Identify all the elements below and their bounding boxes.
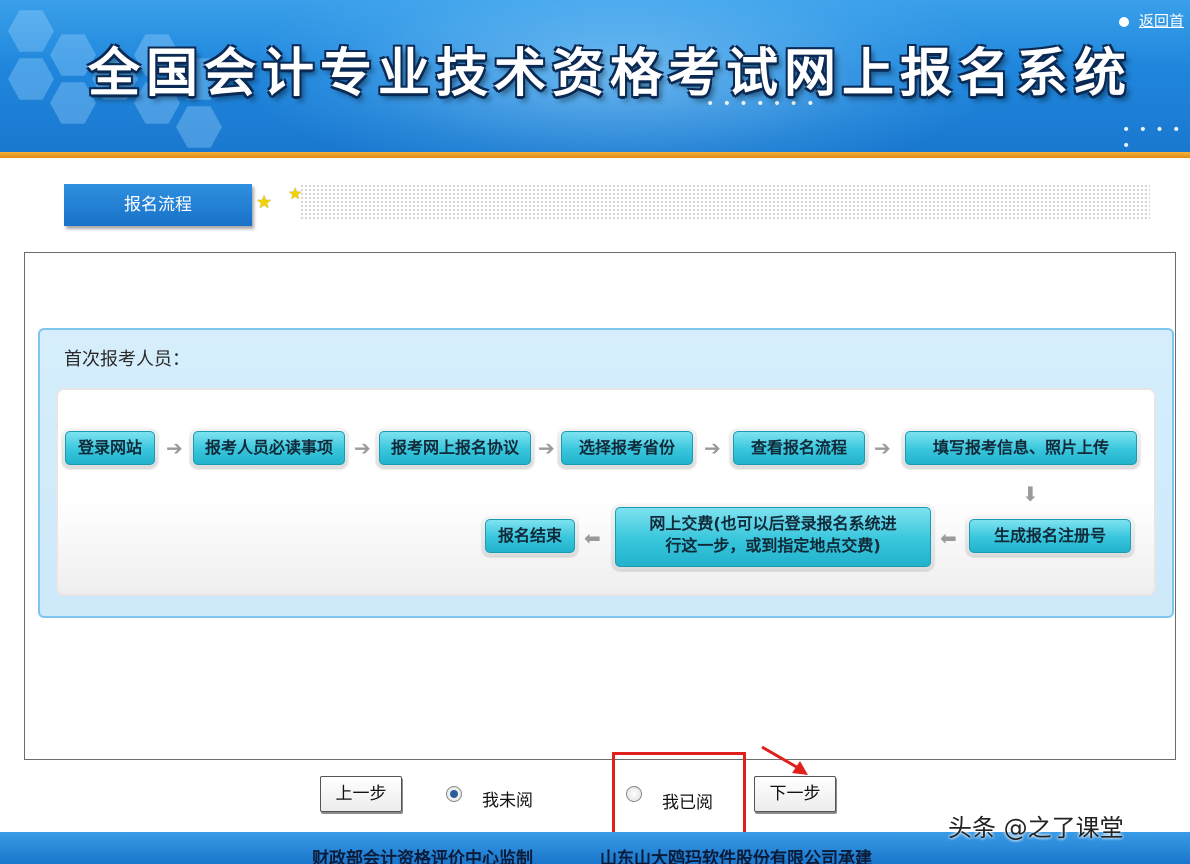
flow-section-title: 首次报考人员： — [64, 349, 190, 370]
flow-diagram — [56, 388, 1156, 596]
payment-line-2: 行这一步，或到指定地点交费) — [665, 536, 881, 555]
next-step-button[interactable]: 下一步 — [754, 776, 836, 812]
star-icon: ★ — [256, 192, 273, 213]
decorative-dot-strip — [300, 184, 1150, 220]
arrow-left-icon: ⬅ — [940, 526, 957, 550]
arrow-left-icon: ⬅ — [584, 526, 601, 550]
footer-supervisor: 财政部会计资格评价中心监制 — [312, 849, 533, 864]
return-home-label: 返回首 — [1138, 12, 1184, 30]
payment-line-1: 网上交费(也可以后登录报名系统进 — [649, 514, 897, 533]
flow-step-end: 报名结束 — [482, 516, 578, 556]
header-divider — [0, 152, 1190, 158]
flow-step-select-province: 选择报考省份 — [558, 428, 696, 468]
flow-step-required-reading: 报考人员必读事项 — [190, 428, 348, 468]
flow-step-label: 报名结束 — [485, 519, 575, 553]
footer-developer: 山东山大鸥玛软件股份有限公司承建 — [600, 849, 872, 864]
site-title: 全国会计专业技术资格考试网上报名系统 — [88, 43, 1133, 104]
arrow-right-icon: ➔ — [354, 436, 371, 460]
banner-hexagon — [176, 106, 222, 148]
return-home-link[interactable]: 返回首 — [1118, 10, 1184, 31]
flow-step-label: 网上交费(也可以后登录报名系统进 行这一步，或到指定地点交费) — [615, 507, 931, 567]
flow-step-generate-number: 生成报名注册号 — [966, 516, 1134, 556]
banner-dots: • • • • • — [1122, 122, 1183, 152]
flow-step-login: 登录网站 — [62, 428, 158, 468]
header-banner: • • • • • • • • • • • • 全国会计专业技术资格考试网上报名… — [0, 0, 1190, 152]
tab-registration-process[interactable]: 报名流程 — [64, 184, 252, 226]
flow-step-fill-info: 填写报考信息、照片上传 — [902, 428, 1140, 468]
page: • • • • • • • • • • • • 全国会计专业技术资格考试网上报名… — [0, 0, 1190, 864]
radio-unread[interactable] — [446, 786, 462, 802]
flow-step-agreement: 报考网上报名协议 — [376, 428, 534, 468]
watermark: 头条 @之了课堂 — [948, 814, 1124, 842]
radio-unread-label[interactable]: 我未阅 — [482, 786, 533, 811]
arrow-right-icon: ➔ — [874, 436, 891, 460]
prev-step-button[interactable]: 上一步 — [320, 776, 402, 812]
flow-step-label: 查看报名流程 — [733, 431, 865, 465]
arrow-right-icon: ➔ — [166, 436, 183, 460]
flow-step-online-payment: 网上交费(也可以后登录报名系统进 行这一步，或到指定地点交费) — [612, 504, 934, 570]
flow-step-label: 报考网上报名协议 — [379, 431, 531, 465]
banner-hexagon — [8, 58, 54, 100]
flow-step-label: 填写报考信息、照片上传 — [905, 431, 1137, 465]
flow-step-label: 登录网站 — [65, 431, 155, 465]
arrow-right-icon: ➔ — [538, 436, 555, 460]
bullet-icon — [1118, 16, 1129, 27]
pointer-arrow-icon — [761, 745, 808, 775]
flow-step-label: 生成报名注册号 — [969, 519, 1131, 553]
arrow-right-icon: ➔ — [704, 436, 721, 460]
flow-step-label: 选择报考省份 — [561, 431, 693, 465]
banner-hexagon — [8, 10, 54, 52]
arrow-down-icon: ⬇ — [1022, 482, 1039, 506]
flow-step-label: 报考人员必读事项 — [193, 431, 345, 465]
flow-step-view-process: 查看报名流程 — [730, 428, 868, 468]
